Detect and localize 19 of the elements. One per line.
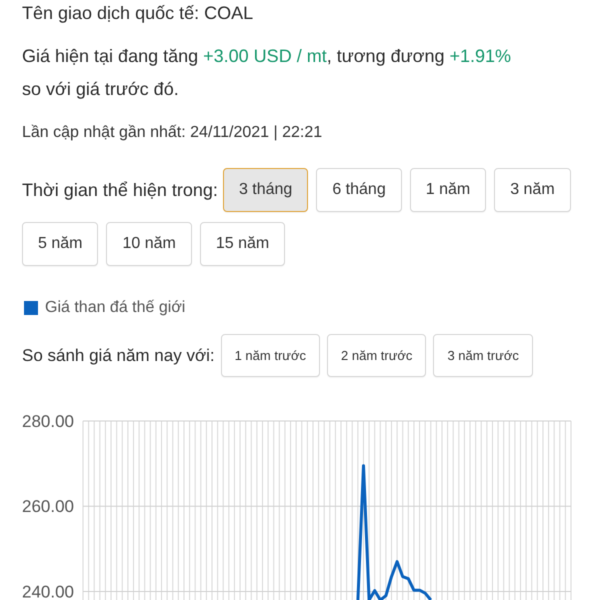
option-button[interactable]: 3 tháng <box>222 168 308 212</box>
range-label: Thời gian thể hiện trong: <box>22 178 218 202</box>
option-button[interactable]: 2 năm trước <box>327 334 426 377</box>
option-button[interactable]: 3 năm <box>494 168 571 212</box>
option-button[interactable]: 5 năm <box>22 222 98 266</box>
compare-label: So sánh giá năm nay với: <box>22 344 215 367</box>
option-button[interactable]: 15 năm <box>200 222 286 266</box>
y-axis-label: 280.00 <box>22 412 74 431</box>
option-button[interactable]: 10 năm <box>106 222 192 266</box>
price-change-text: Giá hiện tại đang tăng +3.00 USD / mt, tương đương +1.91% so với giá trước đó. <box>22 45 512 101</box>
option-button[interactable]: 6 tháng <box>316 168 402 212</box>
legend-label: Giá than đá thế giới <box>45 298 186 318</box>
trading-name: Tên giao dịch quốc tế: COAL <box>22 2 254 25</box>
y-axis-label: 240.00 <box>22 582 74 600</box>
last-updated-text: Lần cập nhật gần nhất: 24/11/2021 | 22:21 <box>22 123 322 143</box>
option-button[interactable]: 1 năm trước <box>220 334 320 377</box>
option-button[interactable]: 3 năm trước <box>433 334 533 377</box>
y-axis-label: 260.00 <box>22 497 74 516</box>
option-button[interactable]: 1 năm <box>410 168 486 212</box>
